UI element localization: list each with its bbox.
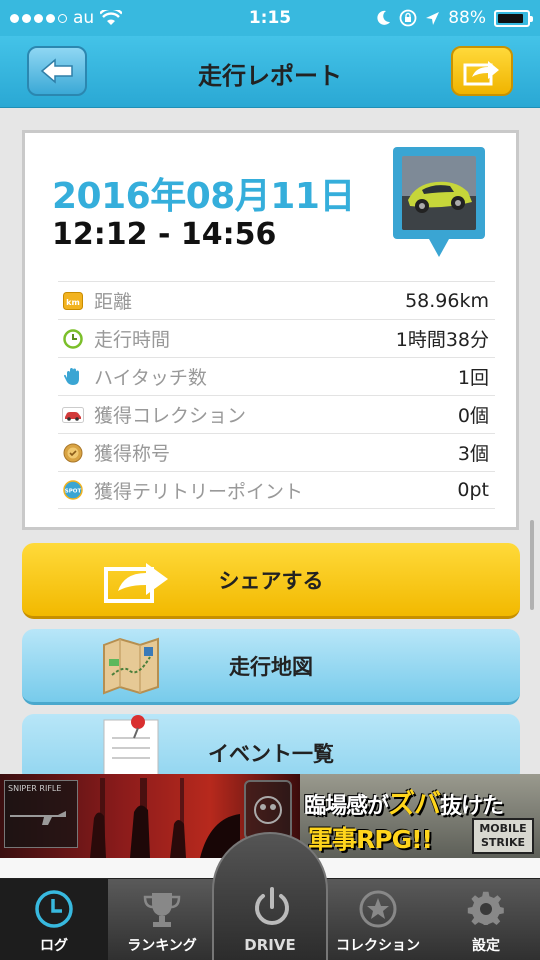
km-icon: km	[62, 290, 84, 312]
report-card: 2016年08月11日 12:12 - 14:56 km 距離 58.96km …	[22, 130, 519, 530]
event-list-label: イベント一覧	[208, 742, 334, 766]
drive-button[interactable]: DRIVE	[212, 832, 328, 960]
stat-label: 距離	[94, 291, 133, 313]
share-label: シェアする	[218, 568, 324, 593]
battery-percent: 88%	[448, 8, 486, 28]
report-date: 2016年08月11日	[52, 176, 355, 217]
rotation-lock-icon	[399, 9, 417, 27]
stat-label: 獲得テリトリーポイント	[94, 480, 304, 503]
location-arrow-icon	[426, 11, 440, 25]
stat-label: 走行時間	[94, 329, 171, 351]
report-time-range: 12:12 - 14:56	[52, 217, 277, 252]
stat-value: 58.96km	[405, 289, 489, 312]
car-photo	[402, 156, 476, 230]
drive-map-button[interactable]: 走行地図	[22, 629, 520, 705]
car-icon	[62, 404, 84, 426]
stat-value: 1時間38分	[395, 329, 489, 351]
stat-value: 3個	[457, 443, 489, 465]
stat-row-drive-time: 走行時間 1時間38分	[58, 319, 495, 357]
clock-icon	[35, 890, 73, 928]
gas-mask-icon	[244, 780, 292, 840]
tab-label: 設定	[472, 938, 500, 954]
medal-icon	[62, 442, 84, 464]
stat-label: ハイタッチ数	[94, 367, 207, 389]
ad-text-panel: 臨場感がズバ抜けた 軍事RPG!! MOBILE STRIKE	[300, 774, 540, 858]
ad-logo: MOBILE STRIKE	[472, 818, 534, 854]
stat-label: 獲得コレクション	[94, 405, 247, 427]
ad-weapon-panel: SNIPER RIFLE	[4, 780, 78, 848]
stats-table: km 距離 58.96km 走行時間 1時間38分 ハイタッチ数 1回 獲得コレ…	[58, 281, 495, 509]
ad-subheadline: 軍事RPG!!	[308, 825, 433, 854]
tab-ranking[interactable]: ランキング	[108, 879, 216, 960]
share-button[interactable]: シェアする	[22, 543, 520, 619]
tab-label: ログ	[40, 938, 68, 954]
star-icon	[359, 890, 397, 928]
stat-row-titles: 獲得称号 3個	[58, 433, 495, 471]
drive-label: DRIVE	[244, 936, 296, 954]
stat-value: 1回	[457, 367, 489, 389]
stat-row-high-touch: ハイタッチ数 1回	[58, 357, 495, 395]
navigation-bar: 走行レポート	[0, 36, 540, 108]
svg-text:km: km	[66, 298, 80, 307]
gear-icon	[467, 891, 504, 925]
stat-row-collection: 獲得コレクション 0個	[58, 395, 495, 433]
moon-icon	[377, 10, 391, 25]
stat-row-territory: SPOT 獲得テリトリーポイント 0pt	[58, 471, 495, 509]
share-header-button[interactable]	[451, 46, 513, 96]
share-arrow-icon	[463, 61, 499, 86]
trophy-icon	[143, 893, 181, 927]
stat-row-distance: km 距離 58.96km	[58, 281, 495, 319]
ad-panel-label: SNIPER RIFLE	[8, 784, 62, 793]
spot-icon: SPOT	[62, 479, 84, 501]
power-icon	[255, 887, 289, 925]
tab-settings[interactable]: 設定	[432, 879, 540, 960]
drive-map-label: 走行地図	[229, 654, 313, 679]
stat-label: 獲得称号	[94, 443, 171, 465]
clock-icon	[62, 328, 84, 350]
tab-label: コレクション	[336, 938, 420, 954]
battery-icon	[494, 9, 533, 27]
status-bar: au 1:15 88%	[0, 0, 540, 36]
tab-log[interactable]: ログ	[0, 879, 108, 960]
svg-text:SPOT: SPOT	[65, 489, 82, 495]
ad-headline: 臨場感がズバ抜けた	[304, 789, 504, 820]
stat-value: 0個	[457, 405, 489, 427]
tab-collection[interactable]: コレクション	[324, 879, 432, 960]
soldiers-illustration	[90, 778, 240, 858]
scrollbar[interactable]	[530, 520, 534, 610]
stat-value: 0pt	[457, 479, 489, 501]
hand-icon	[62, 366, 84, 388]
drive-photo-pin[interactable]	[393, 147, 485, 259]
tab-label: ランキング	[127, 938, 197, 954]
